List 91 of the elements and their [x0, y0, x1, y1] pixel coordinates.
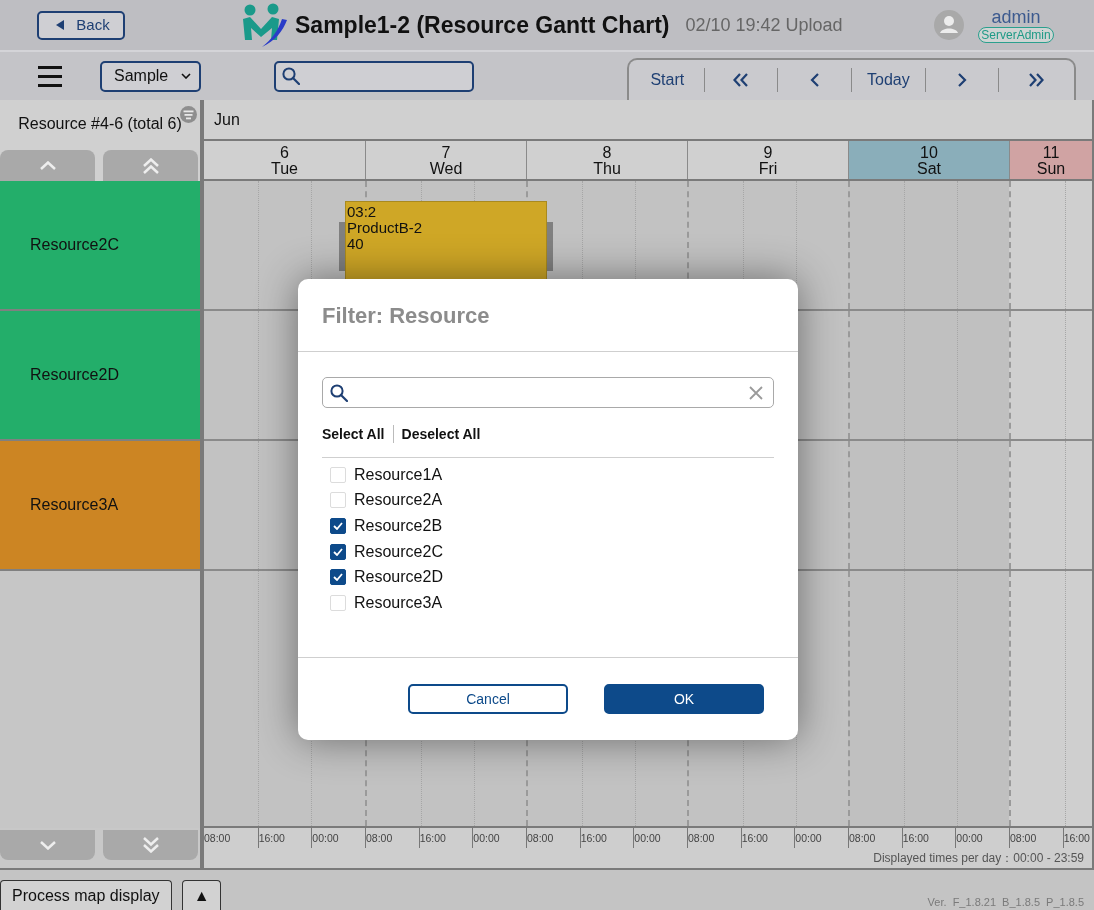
chevron-left-icon: [809, 73, 820, 87]
page-title: Sample1-2 (Resource Gantt Chart): [295, 10, 670, 40]
check-icon: [333, 547, 343, 556]
tick-label: 00:00: [634, 832, 661, 844]
user-name[interactable]: admin: [991, 7, 1041, 27]
chevron-right-icon: [957, 73, 967, 87]
tick-label: 16:00: [580, 832, 607, 844]
start-button[interactable]: Start: [631, 60, 704, 100]
filter-search-field[interactable]: [322, 377, 774, 408]
tick-label: 16:00: [902, 832, 929, 844]
checkbox-label[interactable]: Resource3A: [354, 590, 443, 615]
search-icon: [282, 67, 300, 85]
task-label: 40: [347, 236, 364, 252]
tick-label: 08:00: [204, 832, 231, 844]
tick-label: 00:00: [312, 832, 339, 844]
avatar-icon[interactable]: [934, 10, 964, 40]
double-chevron-up-icon: [142, 157, 159, 174]
tick-label: 00:00: [795, 832, 822, 844]
checkbox-label[interactable]: Resource2D: [354, 565, 443, 590]
day-number: 9: [762, 145, 774, 161]
resize-handle[interactable]: [547, 222, 553, 271]
search-icon: [330, 383, 348, 402]
resource-row[interactable]: Resource2D: [0, 311, 200, 441]
today-button[interactable]: Today: [852, 60, 925, 100]
tick-label: 00:00: [956, 832, 983, 844]
task-label: ProductB-2: [347, 220, 423, 236]
tick-label: 16:00: [419, 832, 446, 844]
tick-label: 08:00: [849, 832, 876, 844]
resource-row[interactable]: Resource3A: [0, 441, 200, 571]
process-map-button[interactable]: Process map display: [0, 880, 172, 910]
checkbox-label[interactable]: Resource2B: [354, 514, 443, 538]
checkbox[interactable]: [330, 543, 346, 560]
logo-icon: [241, 3, 287, 47]
menu-icon[interactable]: [38, 65, 62, 87]
check-icon: [333, 522, 343, 530]
weekday-label: Sat: [916, 161, 942, 177]
resource-range-label: Resource #4-6 (total 6): [18, 114, 182, 134]
weekday-label: Tue: [270, 161, 299, 177]
upload-info: 02/10 19:42 Upload: [685, 13, 843, 37]
double-chevron-left-icon: [733, 73, 749, 87]
resize-handle[interactable]: [339, 222, 345, 271]
role-badge: ServerAdmin: [978, 27, 1054, 43]
tick-label: 00:00: [473, 832, 500, 844]
weekday-label: Fri: [757, 161, 779, 177]
check-icon: [333, 573, 343, 582]
search-field[interactable]: [274, 60, 474, 92]
view-select[interactable]: Sample: [100, 60, 201, 92]
deselect-all-link[interactable]: Deselect All: [401, 423, 481, 445]
month-header: Jun: [204, 100, 1092, 141]
checkbox-label[interactable]: Resource2A: [354, 488, 443, 513]
checkbox[interactable]: [330, 569, 346, 586]
display-range-label: Displayed times per day：00:00 - 23:59: [872, 850, 1085, 867]
back-button[interactable]: Back: [37, 10, 125, 40]
weekday-label: Wed: [428, 161, 464, 177]
left-triangle-icon: [56, 20, 65, 30]
scroll-to-top-button[interactable]: [103, 150, 198, 181]
weekday-label: Thu: [592, 161, 622, 177]
double-chevron-right-icon: [1027, 73, 1044, 87]
checkbox[interactable]: [330, 518, 346, 534]
expand-button[interactable]: ▲: [181, 880, 222, 910]
checkbox-label[interactable]: Resource1A: [354, 462, 443, 487]
task-label: 03:2: [347, 204, 377, 220]
tick-label: 08:00: [688, 832, 715, 844]
chevron-up-icon: [39, 161, 56, 170]
dialog-button[interactable]: OK: [604, 684, 764, 714]
double-chevron-down-icon: [142, 837, 159, 853]
scroll-to-bottom-button[interactable]: [103, 830, 198, 860]
scroll-up-button[interactable]: [0, 150, 95, 181]
day-number: 6: [279, 145, 290, 161]
day-number: 11: [1041, 145, 1061, 161]
filter-icon[interactable]: [180, 106, 197, 123]
scroll-down-button[interactable]: [0, 830, 95, 860]
tick-label: 16:00: [258, 832, 285, 844]
weekday-label: Sun: [1035, 161, 1067, 177]
chevron-down-icon: [181, 73, 191, 79]
checkbox-label[interactable]: Resource2C: [354, 539, 443, 564]
tick-label: 16:00: [741, 832, 768, 844]
day-number: 8: [601, 145, 613, 161]
tick-label: 08:00: [527, 832, 554, 844]
select-all-link[interactable]: Select All: [322, 423, 385, 445]
chevron-down-icon: [39, 840, 56, 850]
resource-row[interactable]: Resource2C: [0, 181, 200, 311]
day-number: 10: [919, 145, 939, 161]
version-label: Ver. F_1.8.21 B_1.8.5 P_1.8.5: [927, 894, 1084, 910]
tick-label: 16:00: [1063, 832, 1090, 844]
dialog-title: Filter: Resource: [322, 301, 490, 330]
clear-icon[interactable]: [749, 385, 763, 400]
tick-label: 08:00: [366, 832, 393, 844]
day-number: 7: [440, 145, 452, 161]
tick-label: 08:00: [1010, 832, 1037, 844]
dialog-button[interactable]: Cancel: [408, 684, 568, 714]
